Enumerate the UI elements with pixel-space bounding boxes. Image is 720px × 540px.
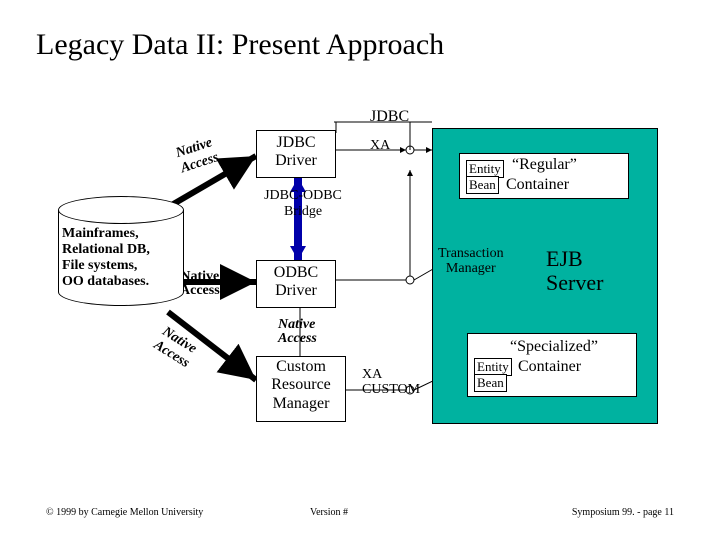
footer-version: Version # [310,507,348,518]
cyl-line: OO databases. [62,274,184,290]
box-line: Resource [257,376,345,394]
ejb-label: EJB [546,246,583,272]
regular-container-box: Entity Bean “Regular” Container [459,153,629,199]
xa-custom-label: XA CUSTOM [362,368,420,397]
box-line: JDBC-ODBC [258,188,348,204]
box-line: Driver [257,282,335,300]
cyl-line: File systems, [62,258,184,274]
cyl-line: Mainframes, [62,226,184,242]
box-line: Driver [257,152,335,170]
native-access-label: Native Access [150,324,200,372]
box-line: JDBC [257,134,335,152]
bean-label: Bean [466,176,499,194]
transaction-manager-label: Transaction Manager [438,246,504,277]
native-access-label: Native Access [174,135,221,177]
odbc-driver-box: ODBC Driver [256,260,336,308]
regular-label: “Regular” [512,156,577,174]
box-line: ODBC [257,264,335,282]
specialized-container-box: Entity Bean “Specialized” Container [467,333,637,397]
bridge-label: JDBC-ODBC Bridge [258,188,348,220]
box-line: Bridge [258,204,348,220]
footer-copyright: © 1999 by Carnegie Mellon University [46,507,203,518]
slide-title: Legacy Data II: Present Approach [36,28,444,62]
box-line: Manager [257,395,345,413]
xa-label: XA [370,138,390,154]
bean-label: Bean [474,374,507,392]
server-label: Server [546,270,603,296]
cyl-line: Relational DB, [62,242,184,258]
container-label: Container [518,358,581,376]
box-line: Custom [257,358,345,376]
native-access-label: Native Access [180,270,220,298]
native-access-label: Native Access [278,318,317,346]
footer-page: Symposium 99. - page 11 [572,507,674,518]
specialized-label: “Specialized” [510,338,598,356]
jdbc-driver-box: JDBC Driver [256,130,336,178]
custom-resource-manager-box: Custom Resource Manager [256,356,346,422]
container-label: Container [506,176,569,194]
data-sources-cylinder: Mainframes, Relational DB, File systems,… [58,196,184,318]
jdbc-label: JDBC [370,108,409,126]
